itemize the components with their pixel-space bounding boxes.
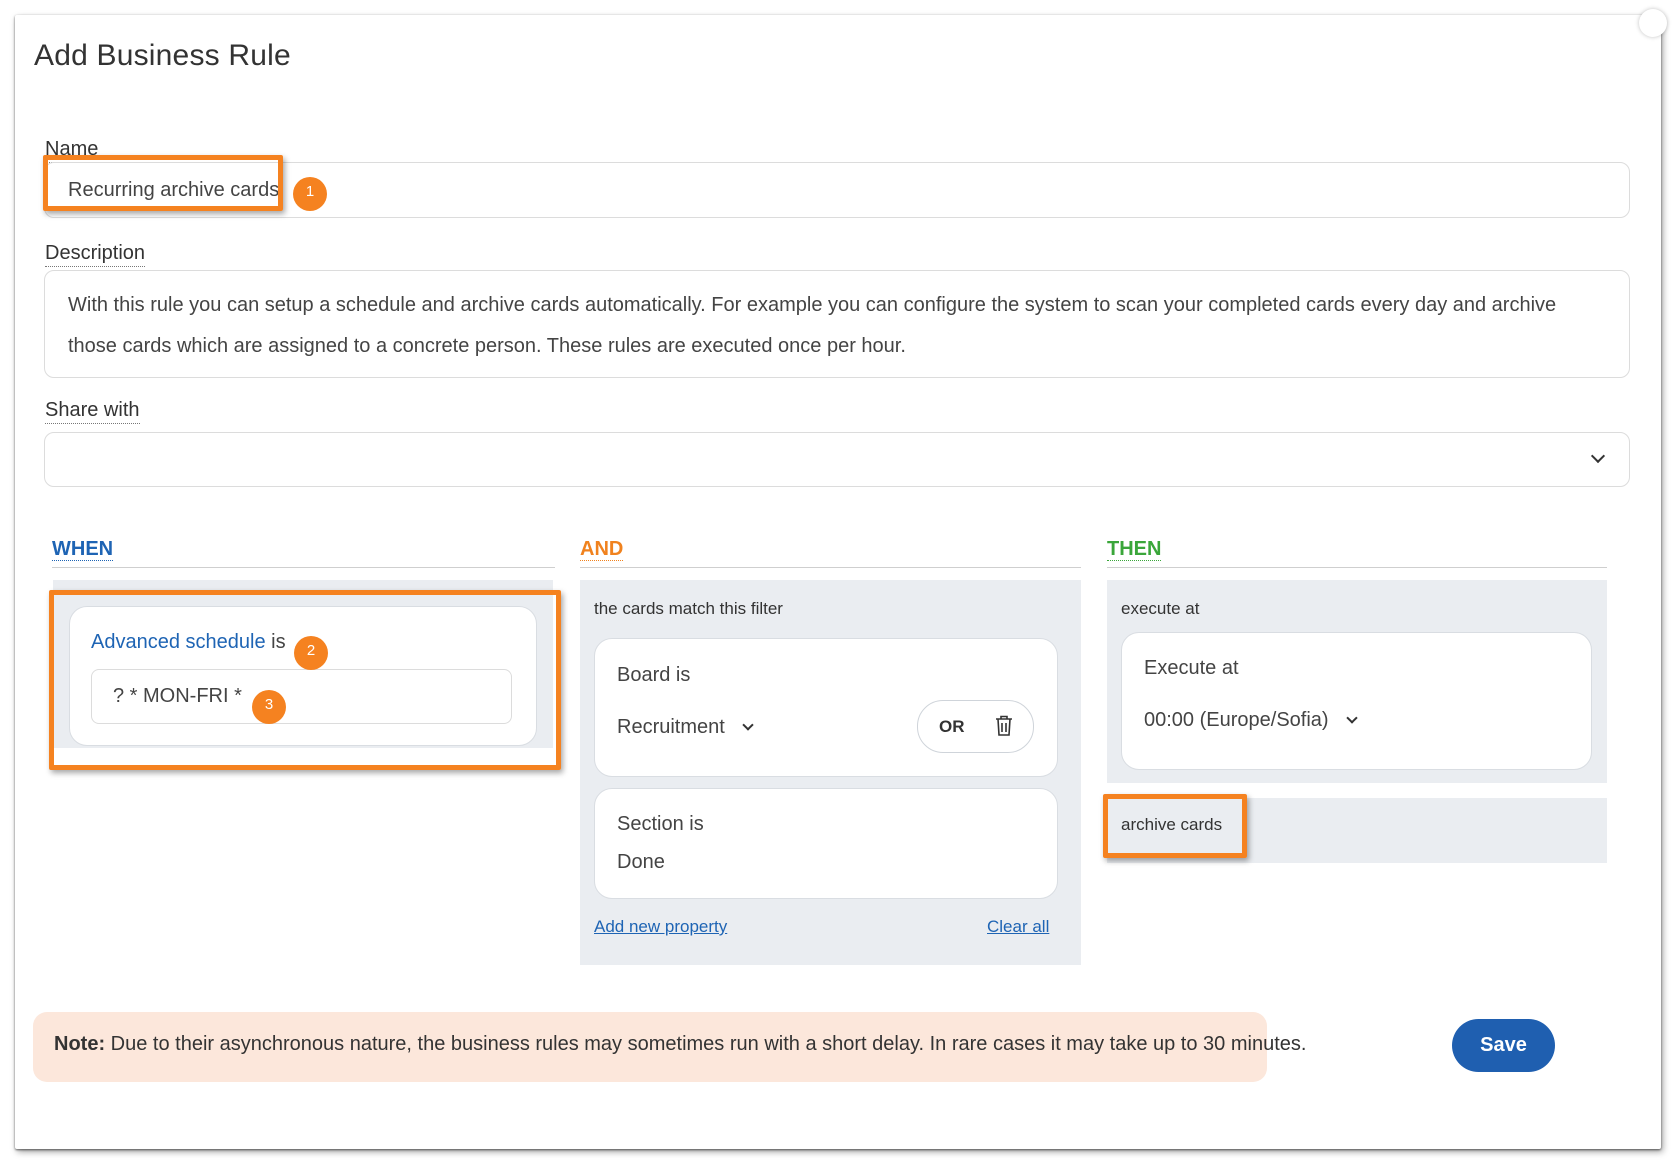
execute-at-label: execute at (1121, 599, 1200, 618)
execute-at-value: 00:00 (Europe/Sofia) (1144, 709, 1329, 731)
when-title: WHEN (52, 538, 114, 561)
description-label: Description (45, 241, 146, 267)
execute-at-select[interactable]: 00:00 (Europe/Sofia) (1144, 709, 1358, 732)
description-value: With this rule you can setup a schedule … (68, 294, 1557, 357)
execute-at-card: Execute at 00:00 (Europe/Sofia) (1121, 632, 1592, 770)
note-text: Due to their asynchronous nature, the bu… (110, 1033, 1307, 1055)
board-filter-card: Board is Recruitment OR (594, 638, 1058, 777)
and-title: AND (580, 538, 624, 561)
or-button[interactable]: OR (939, 717, 965, 737)
section-value: Done (617, 851, 665, 873)
chevron-down-icon (1346, 712, 1358, 724)
then-panel: execute at Execute at 00:00 (Europe/Sofi… (1107, 580, 1607, 783)
then-title: THEN (1107, 538, 1162, 561)
dialog-title: Add Business Rule (34, 39, 291, 72)
section-label: Section is (617, 813, 704, 835)
name-highlight (43, 155, 283, 211)
when-divider (52, 567, 555, 568)
chevron-down-icon (742, 719, 755, 731)
board-select[interactable]: Recruitment (617, 716, 755, 739)
trash-icon[interactable] (995, 715, 1013, 737)
action-highlight (1103, 794, 1247, 858)
save-button[interactable]: Save (1452, 1019, 1555, 1072)
section-filter-card: Section is Done (594, 788, 1058, 899)
clear-all-link[interactable]: Clear all (987, 917, 1049, 937)
close-icon[interactable] (1639, 9, 1667, 37)
board-label: Board is (617, 664, 691, 686)
add-new-property-link[interactable]: Add new property (594, 917, 727, 937)
share-with-select[interactable] (44, 432, 1630, 487)
execute-at-card-label: Execute at (1144, 657, 1239, 679)
note-prefix: Note: (54, 1033, 106, 1055)
share-with-label: Share with (45, 398, 140, 424)
filter-label: the cards match this filter (594, 599, 783, 618)
step-badge-3: 3 (252, 690, 286, 724)
step-badge-2: 2 (294, 636, 328, 670)
or-delete-pill: OR (917, 700, 1034, 753)
and-divider (580, 567, 1081, 568)
step-badge-1: 1 (293, 177, 327, 211)
board-value: Recruitment (617, 716, 725, 738)
then-divider (1107, 567, 1607, 568)
note-banner: Note: Due to their asynchronous nature, … (33, 1012, 1306, 1082)
and-panel: the cards match this filter Board is Rec… (580, 580, 1081, 965)
add-business-rule-dialog: Add Business Rule Name Recurring archive… (15, 9, 1667, 1149)
description-textarea[interactable]: With this rule you can setup a schedule … (44, 270, 1630, 378)
chevron-down-icon (1590, 448, 1606, 464)
when-highlight (49, 590, 561, 770)
